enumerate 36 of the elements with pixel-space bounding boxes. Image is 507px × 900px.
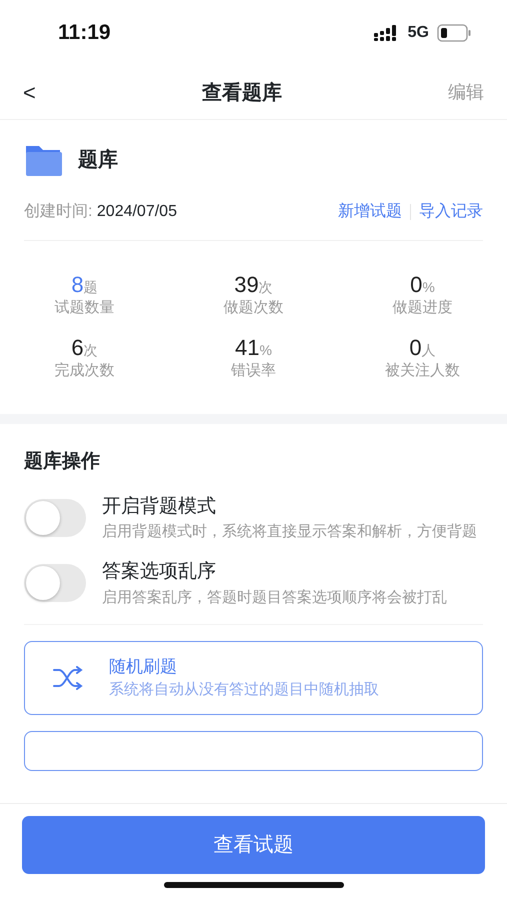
toggle-label: 开启背题模式 — [102, 494, 217, 519]
stat-label: 错误率 — [231, 360, 276, 381]
stat-value: 0人 — [409, 336, 436, 360]
toggle-label: 答案选项乱序 — [102, 560, 217, 584]
mode-card[interactable] — [24, 730, 483, 771]
toggle-switch[interactable] — [24, 498, 86, 537]
stat-label: 试题数量 — [54, 298, 114, 318]
stat-label: 做题进度 — [392, 298, 452, 318]
stat-value: 8题 — [71, 273, 98, 298]
edit-button[interactable]: 编辑 — [446, 78, 485, 107]
toggle-description: 启用答案乱序，答题时题目答案选项顺序将会被打乱 — [102, 588, 447, 608]
network-label: 5G — [408, 23, 429, 43]
mode-title: 随机刷题 — [109, 656, 178, 678]
toggle-switch[interactable] — [24, 564, 86, 602]
page-title: 查看题库 — [202, 80, 282, 106]
view-questions-button[interactable]: 查看试题 — [22, 816, 485, 874]
shuffle-icon — [53, 666, 83, 690]
stat-value: 39次 — [234, 273, 273, 298]
back-button[interactable]: < — [22, 80, 37, 104]
status-time: 11:19 — [58, 20, 111, 46]
stat-value: 0% — [410, 273, 435, 298]
stat-value: 41% — [235, 336, 272, 360]
stat-label: 做题次数 — [224, 298, 284, 318]
action-link[interactable]: 新增试题 — [338, 200, 402, 224]
created-date: 创建时间: 2024/07/05 — [24, 202, 177, 222]
mode-description: 系统将自动从没有答过的题目中随机抽取 — [109, 680, 379, 700]
stat-value: 6次 — [71, 336, 98, 360]
action-link[interactable]: 导入记录 — [419, 200, 483, 224]
section-title: 题库操作 — [24, 450, 101, 474]
toggle-description: 启用背题模式时，系统将直接显示答案和解析，方便背题 — [102, 522, 477, 542]
stat-label: 被关注人数 — [385, 360, 460, 381]
bank-name: 题库 — [78, 148, 118, 173]
battery-icon — [437, 24, 471, 42]
mode-card[interactable]: 随机刷题 系统将自动从没有答过的题目中随机抽取 — [24, 640, 483, 715]
stat-label: 完成次数 — [54, 360, 114, 381]
folder-icon — [24, 144, 62, 176]
